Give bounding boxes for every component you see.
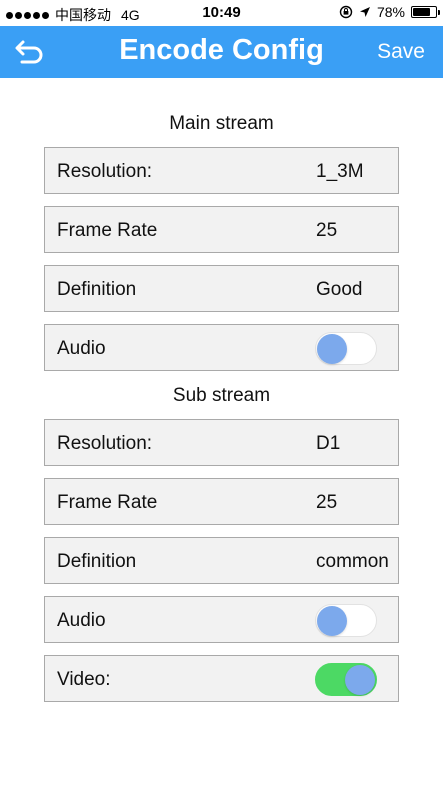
sub-audio-row: Audio bbox=[44, 596, 399, 643]
sub-resolution-value: D1 bbox=[316, 433, 341, 454]
main-audio-label: Audio bbox=[57, 338, 106, 359]
sub-video-toggle[interactable] bbox=[315, 663, 377, 696]
sub-resolution-row[interactable]: Resolution: D1 bbox=[44, 419, 399, 466]
sub-resolution-label: Resolution: bbox=[57, 433, 153, 454]
sub-audio-toggle[interactable] bbox=[315, 604, 377, 637]
main-frame-rate-value: 25 bbox=[316, 220, 338, 241]
status-bar: 中国移动 4G 10:49 78% bbox=[0, 0, 443, 26]
status-right: 78% bbox=[339, 4, 440, 20]
sub-frame-rate-value: 25 bbox=[316, 492, 338, 513]
nav-bar: Encode Config Save bbox=[0, 26, 443, 78]
location-arrow-icon bbox=[359, 7, 370, 17]
main-resolution-value: 1_3M bbox=[316, 161, 364, 182]
toggle-knob bbox=[317, 606, 347, 636]
main-resolution-label: Resolution: bbox=[57, 161, 153, 182]
battery-icon bbox=[411, 6, 440, 18]
main-definition-label: Definition bbox=[57, 279, 137, 300]
toggle-knob bbox=[345, 665, 375, 695]
main-stream-title: Main stream bbox=[169, 113, 274, 134]
sub-definition-value: common bbox=[316, 551, 389, 572]
sub-frame-rate-label: Frame Rate bbox=[57, 492, 158, 513]
main-audio-toggle[interactable] bbox=[315, 332, 377, 365]
battery-fill bbox=[413, 8, 431, 16]
main-audio-row: Audio bbox=[44, 324, 399, 371]
main-definition-value: Good bbox=[316, 279, 363, 300]
main-definition-row[interactable]: Definition Good bbox=[44, 265, 399, 312]
sub-audio-label: Audio bbox=[57, 610, 106, 631]
battery-percent: 78% bbox=[376, 4, 405, 20]
main-resolution-row[interactable]: Resolution: 1_3M bbox=[44, 147, 399, 194]
sub-video-label: Video: bbox=[57, 669, 111, 690]
sub-video-row: Video: bbox=[44, 655, 399, 702]
main-frame-rate-row[interactable]: Frame Rate 25 bbox=[44, 206, 399, 253]
toggle-knob bbox=[317, 334, 347, 364]
sub-frame-rate-row[interactable]: Frame Rate 25 bbox=[44, 478, 399, 525]
rotation-lock-icon bbox=[339, 5, 353, 19]
sub-stream-title: Sub stream bbox=[172, 385, 271, 406]
sub-definition-label: Definition bbox=[57, 551, 137, 572]
sub-definition-row[interactable]: Definition common bbox=[44, 537, 399, 584]
main-frame-rate-label: Frame Rate bbox=[57, 220, 158, 241]
save-button[interactable]: Save bbox=[377, 40, 425, 64]
